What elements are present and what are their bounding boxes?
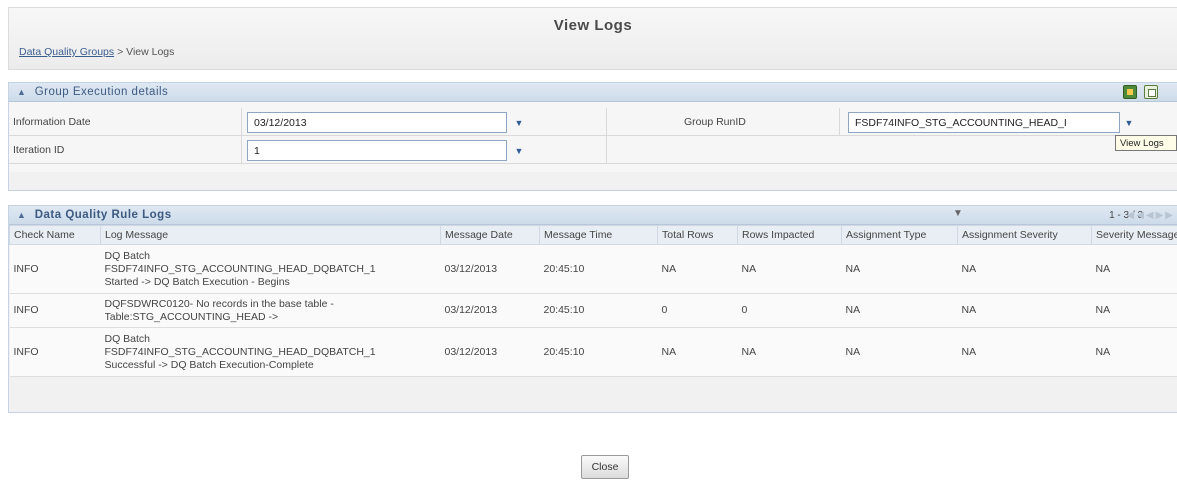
information-date-label: Information Date — [13, 116, 91, 128]
column-header-assignment-severity[interactable]: Assignment Severity — [957, 225, 1092, 245]
log-message-line: Successful -> DQ Batch Execution-Complet… — [104, 358, 314, 371]
log-message-line: Table:STG_ACCOUNTING_HEAD -> — [104, 310, 279, 323]
breadcrumb-separator: > — [117, 46, 124, 58]
rule-logs-panel-header: ▲ Data Quality Rule Logs ▼ 1 - 3 / 3 ◀◀◀… — [9, 206, 1177, 225]
page-header: View Logs Data Quality Groups > View Log… — [8, 7, 1177, 70]
cell-message-time: 20:45:10 — [539, 244, 658, 294]
collapse-icon[interactable]: ▲ — [17, 87, 26, 97]
collapse-icon[interactable]: ▲ — [17, 210, 26, 220]
column-header-message-time[interactable]: Message Time — [539, 225, 658, 245]
information-date-dropdown-icon[interactable]: ▼ — [509, 112, 529, 133]
close-button[interactable]: Close — [581, 455, 629, 479]
cell-severity-message: NA — [1091, 293, 1177, 328]
cell-log-message: DQ Batch FSDF74INFO_STG_ACCOUNTING_HEAD_… — [100, 244, 441, 294]
cell-log-message: DQ Batch FSDF74INFO_STG_ACCOUNTING_HEAD_… — [100, 327, 441, 377]
cell-assignment-severity: NA — [957, 327, 1092, 377]
breadcrumb-current: View Logs — [126, 46, 175, 58]
cell-check-name: INFO — [9, 293, 101, 328]
filter-icon[interactable]: ▼ — [953, 208, 963, 219]
cell-check-name: INFO — [9, 244, 101, 294]
execution-form: Information Date Group RunID Iteration I… — [9, 102, 1177, 172]
log-message-line: FSDF74INFO_STG_ACCOUNTING_HEAD_DQBATCH_1 — [104, 345, 376, 358]
cell-message-date: 03/12/2013 — [440, 327, 540, 377]
cell-rows-impacted: 0 — [737, 293, 842, 328]
cell-log-message: DQFSDWRC0120- No records in the base tab… — [100, 293, 441, 328]
breadcrumb: Data Quality Groups > View Logs — [19, 46, 174, 58]
cell-total-rows: NA — [657, 327, 738, 377]
export-excel-icon[interactable] — [1123, 85, 1137, 99]
group-runid-select[interactable]: FSDF74INFO_STG_ACCOUNTING_HEAD_I — [848, 112, 1120, 133]
table-row[interactable]: INFO DQ Batch FSDF74INFO_STG_ACCOUNTING_… — [9, 244, 1177, 294]
table-header-row: Check Name Log Message Message Date Mess… — [9, 225, 1177, 245]
breadcrumb-link-data-quality-groups[interactable]: Data Quality Groups — [19, 46, 114, 58]
group-execution-panel: ▲ Group Execution details Information Da… — [8, 82, 1177, 191]
cell-assignment-type: NA — [841, 327, 958, 377]
view-logs-tooltip: View Logs — [1115, 135, 1177, 151]
cell-message-date: 03/12/2013 — [440, 293, 540, 328]
cell-message-time: 20:45:10 — [539, 293, 658, 328]
cell-check-name: INFO — [9, 327, 101, 377]
cell-severity-message: NA — [1091, 244, 1177, 294]
log-message-line: FSDF74INFO_STG_ACCOUNTING_HEAD_DQBATCH_1 — [104, 262, 376, 275]
cell-rows-impacted: NA — [737, 327, 842, 377]
cell-assignment-type: NA — [841, 293, 958, 328]
page-title: View Logs — [553, 17, 633, 34]
copy-icon[interactable] — [1144, 85, 1158, 99]
cell-assignment-severity: NA — [957, 293, 1092, 328]
column-header-check-name[interactable]: Check Name — [9, 225, 101, 245]
column-header-log-message[interactable]: Log Message — [100, 225, 441, 245]
iteration-id-select[interactable]: 1 — [247, 140, 507, 161]
column-header-assignment-type[interactable]: Assignment Type — [841, 225, 958, 245]
iteration-id-dropdown-icon[interactable]: ▼ — [509, 140, 529, 161]
column-header-message-date[interactable]: Message Date — [440, 225, 540, 245]
pager-nav-icons[interactable]: ◀◀◀▶▶ — [1127, 210, 1175, 221]
table-row[interactable]: INFO DQ Batch FSDF74INFO_STG_ACCOUNTING_… — [9, 327, 1177, 377]
log-message-line: DQFSDWRC0120- No records in the base tab… — [104, 297, 334, 310]
cell-total-rows: 0 — [657, 293, 738, 328]
log-message-line: Started -> DQ Batch Execution - Begins — [104, 275, 290, 288]
group-execution-panel-title: Group Execution details — [34, 86, 169, 98]
rule-logs-panel: ▲ Data Quality Rule Logs ▼ 1 - 3 / 3 ◀◀◀… — [8, 205, 1177, 413]
iteration-id-label: Iteration ID — [13, 144, 65, 156]
column-header-rows-impacted[interactable]: Rows Impacted — [737, 225, 842, 245]
log-message-line: DQ Batch — [104, 249, 151, 262]
log-message-line: DQ Batch — [104, 332, 151, 345]
group-runid-label: Group RunID — [684, 116, 746, 128]
rule-logs-panel-title: Data Quality Rule Logs — [34, 209, 172, 221]
cell-severity-message: NA — [1091, 327, 1177, 377]
column-header-total-rows[interactable]: Total Rows — [657, 225, 738, 245]
cell-assignment-severity: NA — [957, 244, 1092, 294]
rule-logs-table: Check Name Log Message Message Date Mess… — [9, 225, 1177, 377]
group-runid-dropdown-icon[interactable]: ▼ — [1119, 112, 1139, 133]
cell-message-time: 20:45:10 — [539, 327, 658, 377]
cell-rows-impacted: NA — [737, 244, 842, 294]
cell-total-rows: NA — [657, 244, 738, 294]
cell-message-date: 03/12/2013 — [440, 244, 540, 294]
group-execution-panel-header: ▲ Group Execution details — [9, 83, 1177, 102]
information-date-select[interactable]: 03/12/2013 — [247, 112, 507, 133]
column-header-severity-message[interactable]: Severity Message — [1091, 225, 1177, 245]
table-row[interactable]: INFO DQFSDWRC0120- No records in the bas… — [9, 293, 1177, 328]
cell-assignment-type: NA — [841, 244, 958, 294]
